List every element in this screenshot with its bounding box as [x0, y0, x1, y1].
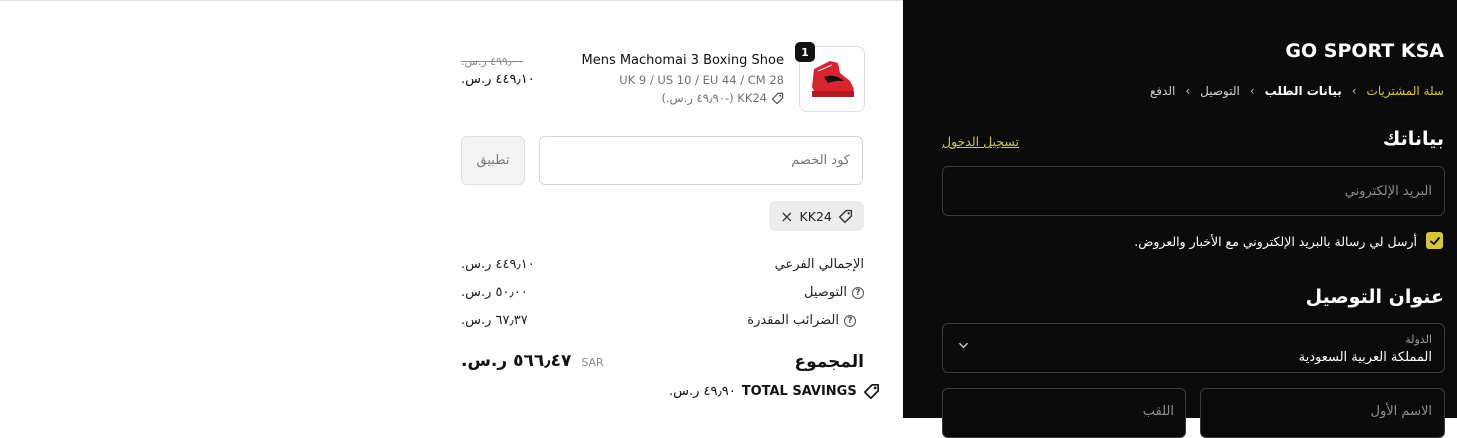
- tag-icon: [863, 383, 879, 400]
- chevron-left-icon: ‹: [1351, 84, 1357, 98]
- tag-icon: [771, 92, 784, 104]
- check-icon: [1429, 236, 1440, 245]
- shipping-label-text: التوصيل: [803, 285, 847, 300]
- quantity-badge: 1: [795, 42, 815, 62]
- total-label: المجموع: [794, 352, 864, 372]
- total-currency: SAR: [581, 356, 604, 369]
- email-input[interactable]: [942, 166, 1445, 216]
- shipping-label: التوصيل ?: [804, 285, 864, 300]
- total-value: ٥٦٦٫٤٧ ر.س.: [461, 351, 572, 371]
- savings-label: TOTAL SAVINGS: [741, 384, 857, 399]
- last-name-placeholder: اللقب: [1142, 404, 1174, 419]
- chevron-left-icon: ‹: [1185, 84, 1191, 98]
- applied-discount-chip: × KK24: [769, 201, 864, 231]
- first-name-placeholder: الاسم الأول: [1370, 404, 1432, 419]
- country-select[interactable]: [942, 323, 1445, 373]
- breadcrumb-info: بيانات الطلب: [1264, 84, 1342, 98]
- total-savings: ٤٩٫٩٠ ر.س. TOTAL SAVINGS: [669, 383, 880, 400]
- contact-title: بياناتك: [1382, 128, 1444, 150]
- store-name[interactable]: GO SPORT KSA: [1285, 40, 1444, 62]
- subtotal-label-text: الإجمالي الفرعي: [774, 257, 864, 272]
- newsletter-label: أرسل لي رسالة بالبريد الإلكتروني مع الأخ…: [1134, 234, 1417, 249]
- tag-icon: [838, 209, 852, 223]
- shipping-value: ٥٠٫٠٠ ر.س.: [461, 285, 528, 300]
- product-discount: KK24 (-٤٩٫٩٠ ر.س.): [661, 91, 784, 105]
- remove-discount-icon[interactable]: ×: [780, 207, 793, 226]
- breadcrumb-cart[interactable]: سلة المشتريات: [1367, 84, 1444, 98]
- savings-value: ٤٩٫٩٠ ر.س.: [669, 384, 736, 399]
- subtotal-value: ٤٤٩٫١٠ ر.س.: [461, 257, 535, 272]
- breadcrumb: سلة المشتريات ‹ بيانات الطلب ‹ التوصيل ‹…: [1150, 84, 1444, 98]
- apply-discount-button[interactable]: تطبيق: [461, 136, 525, 185]
- product-variant: UK 9 / US 10 / EU 44 / CM 28: [619, 73, 784, 87]
- country-value: المملكة العربية السعودية: [1298, 350, 1432, 365]
- product-price: ٤٤٩٫١٠ ر.س.: [461, 72, 535, 87]
- discount-code-input[interactable]: [539, 136, 863, 185]
- subtotal-label: الإجمالي الفرعي: [775, 257, 864, 272]
- product-discount-text: KK24 (-٤٩٫٩٠ ر.س.): [661, 91, 767, 105]
- taxes-label: الضرائب المقدرة ?: [747, 313, 864, 328]
- total-amount: SAR ٥٦٦٫٤٧ ر.س.: [461, 351, 604, 371]
- help-icon[interactable]: ?: [852, 286, 864, 299]
- applied-discount-code: KK24: [799, 208, 832, 224]
- top-divider: [0, 0, 903, 1]
- breadcrumb-shipping: التوصيل: [1200, 84, 1240, 98]
- login-link[interactable]: تسجيل الدخول: [942, 134, 1019, 149]
- country-label: الدولة: [1405, 333, 1432, 346]
- taxes-label-text: الضرائب المقدرة: [747, 313, 839, 328]
- chevron-left-icon: ‹: [1249, 84, 1255, 98]
- product-old-price: ٤٩٩٫٠٠ ر.س.: [461, 55, 524, 68]
- help-icon[interactable]: ?: [844, 314, 856, 327]
- breadcrumb-payment: الدفع: [1149, 84, 1176, 98]
- newsletter-checkbox[interactable]: [1426, 232, 1443, 249]
- taxes-value: ٦٧٫٣٧ ر.س.: [461, 313, 528, 328]
- product-name: Mens Machomai 3 Boxing Shoe: [581, 53, 784, 68]
- chevron-down-icon[interactable]: [958, 340, 969, 351]
- delivery-title: عنوان التوصيل: [1305, 286, 1444, 308]
